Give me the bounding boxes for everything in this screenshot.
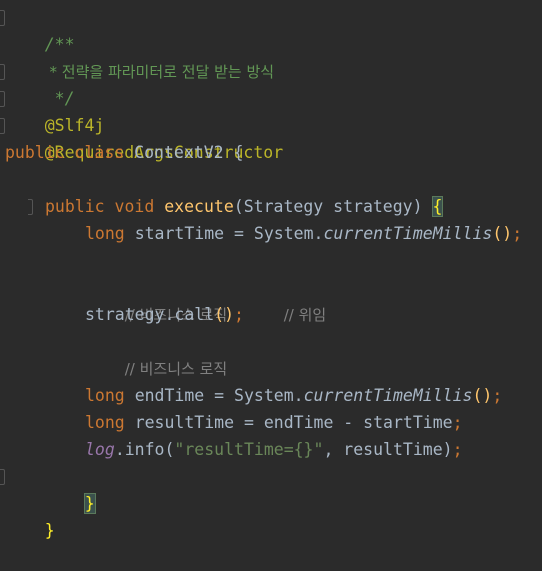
keyword-class: class (74, 143, 125, 162)
code-line-strategy-call: strategy.call(); // 위임 (85, 301, 326, 328)
log-field: log (85, 440, 115, 459)
var-end-time: endTime (134, 386, 205, 405)
semicolon: ; (512, 224, 523, 243)
code-line-comment-1: // 비즈니스 로직 (85, 274, 227, 324)
assign-op: = (214, 386, 225, 405)
code-line-method-close: } (45, 463, 96, 514)
static-call: currentTimeMillis (323, 224, 493, 243)
doc-comment-text: * 전략을 파라미터로 전달 받는 방식 (44, 63, 275, 81)
code-line-doc-open: /** (5, 4, 75, 54)
keyword-long: long (85, 386, 125, 405)
code-line-method-decl: public void execute(Strategy strategy) { (45, 193, 444, 220)
assign-op: = (234, 224, 244, 243)
line-comment-delegate: // 위임 (283, 306, 327, 324)
semicolon: ; (234, 305, 244, 324)
code-line-class-close: } (5, 490, 55, 540)
code-line-start-time: long startTime = System.currentTimeMilli… (85, 220, 522, 247)
semicolon: ; (452, 413, 463, 432)
code-line-result-time: long resultTime = endTime - startTime; (85, 409, 463, 436)
code-line-doc-close: */ (5, 58, 75, 108)
semicolon: ; (492, 386, 503, 405)
class-open-brace: { (233, 143, 244, 162)
method-name: execute (164, 197, 234, 216)
static-call: currentTimeMillis (303, 386, 473, 405)
code-line-doc-text: * 전략을 파라미터로 전달 받는 방식 (5, 31, 275, 81)
call-parens: () (492, 224, 513, 243)
code-line-log: log.info("resultTime={}", resultTime); (85, 436, 463, 463)
semicolon: ; (452, 440, 463, 459)
class-close-brace: } (44, 521, 55, 540)
param-name: strategy (333, 197, 413, 216)
fold-marker-method-end[interactable] (0, 469, 5, 485)
log-format-string: "resultTime={}" (174, 440, 324, 459)
code-line-anno-slf4j: @Slf4j (5, 85, 105, 135)
paren-close: ) (412, 197, 423, 216)
class-name: ContextV2 (134, 143, 224, 162)
keyword-long: long (85, 413, 125, 432)
var-start-time: startTime (134, 224, 225, 243)
keyword-long: long (85, 224, 125, 243)
fold-marker-method[interactable] (28, 199, 33, 215)
system-ref: System. (253, 224, 324, 243)
log-info-call: .info( (114, 440, 175, 459)
code-line-comment-2: // 비즈니스 로직 (85, 328, 227, 378)
paren-open: ( (233, 197, 244, 216)
line-comment: // 비즈니스 로직 (124, 360, 228, 378)
keyword-public: public (45, 197, 105, 216)
param-type: Strategy (243, 197, 324, 216)
keyword-public: public (5, 143, 65, 162)
keyword-void: void (114, 197, 155, 216)
code-line-anno-required: @RequiredArgsConstructor (5, 112, 283, 162)
var-result-time: resultTime (134, 413, 235, 432)
strategy-call: strategy.call (85, 305, 215, 324)
method-open-brace: { (431, 196, 444, 217)
call-parens: () (214, 305, 235, 324)
code-editor[interactable]: /** * 전략을 파라미터로 전달 받는 방식 */ @Slf4j @Requ… (0, 0, 542, 540)
code-line-end-time: long endTime = System.currentTimeMillis(… (85, 382, 502, 409)
code-line-class-decl: public class ContextV2 { (5, 139, 243, 166)
call-parens: () (472, 386, 493, 405)
method-close-brace: } (83, 493, 96, 514)
result-expr: = endTime - startTime (243, 413, 453, 432)
log-args: , resultTime) (323, 440, 453, 459)
system-ref: System. (234, 386, 304, 405)
